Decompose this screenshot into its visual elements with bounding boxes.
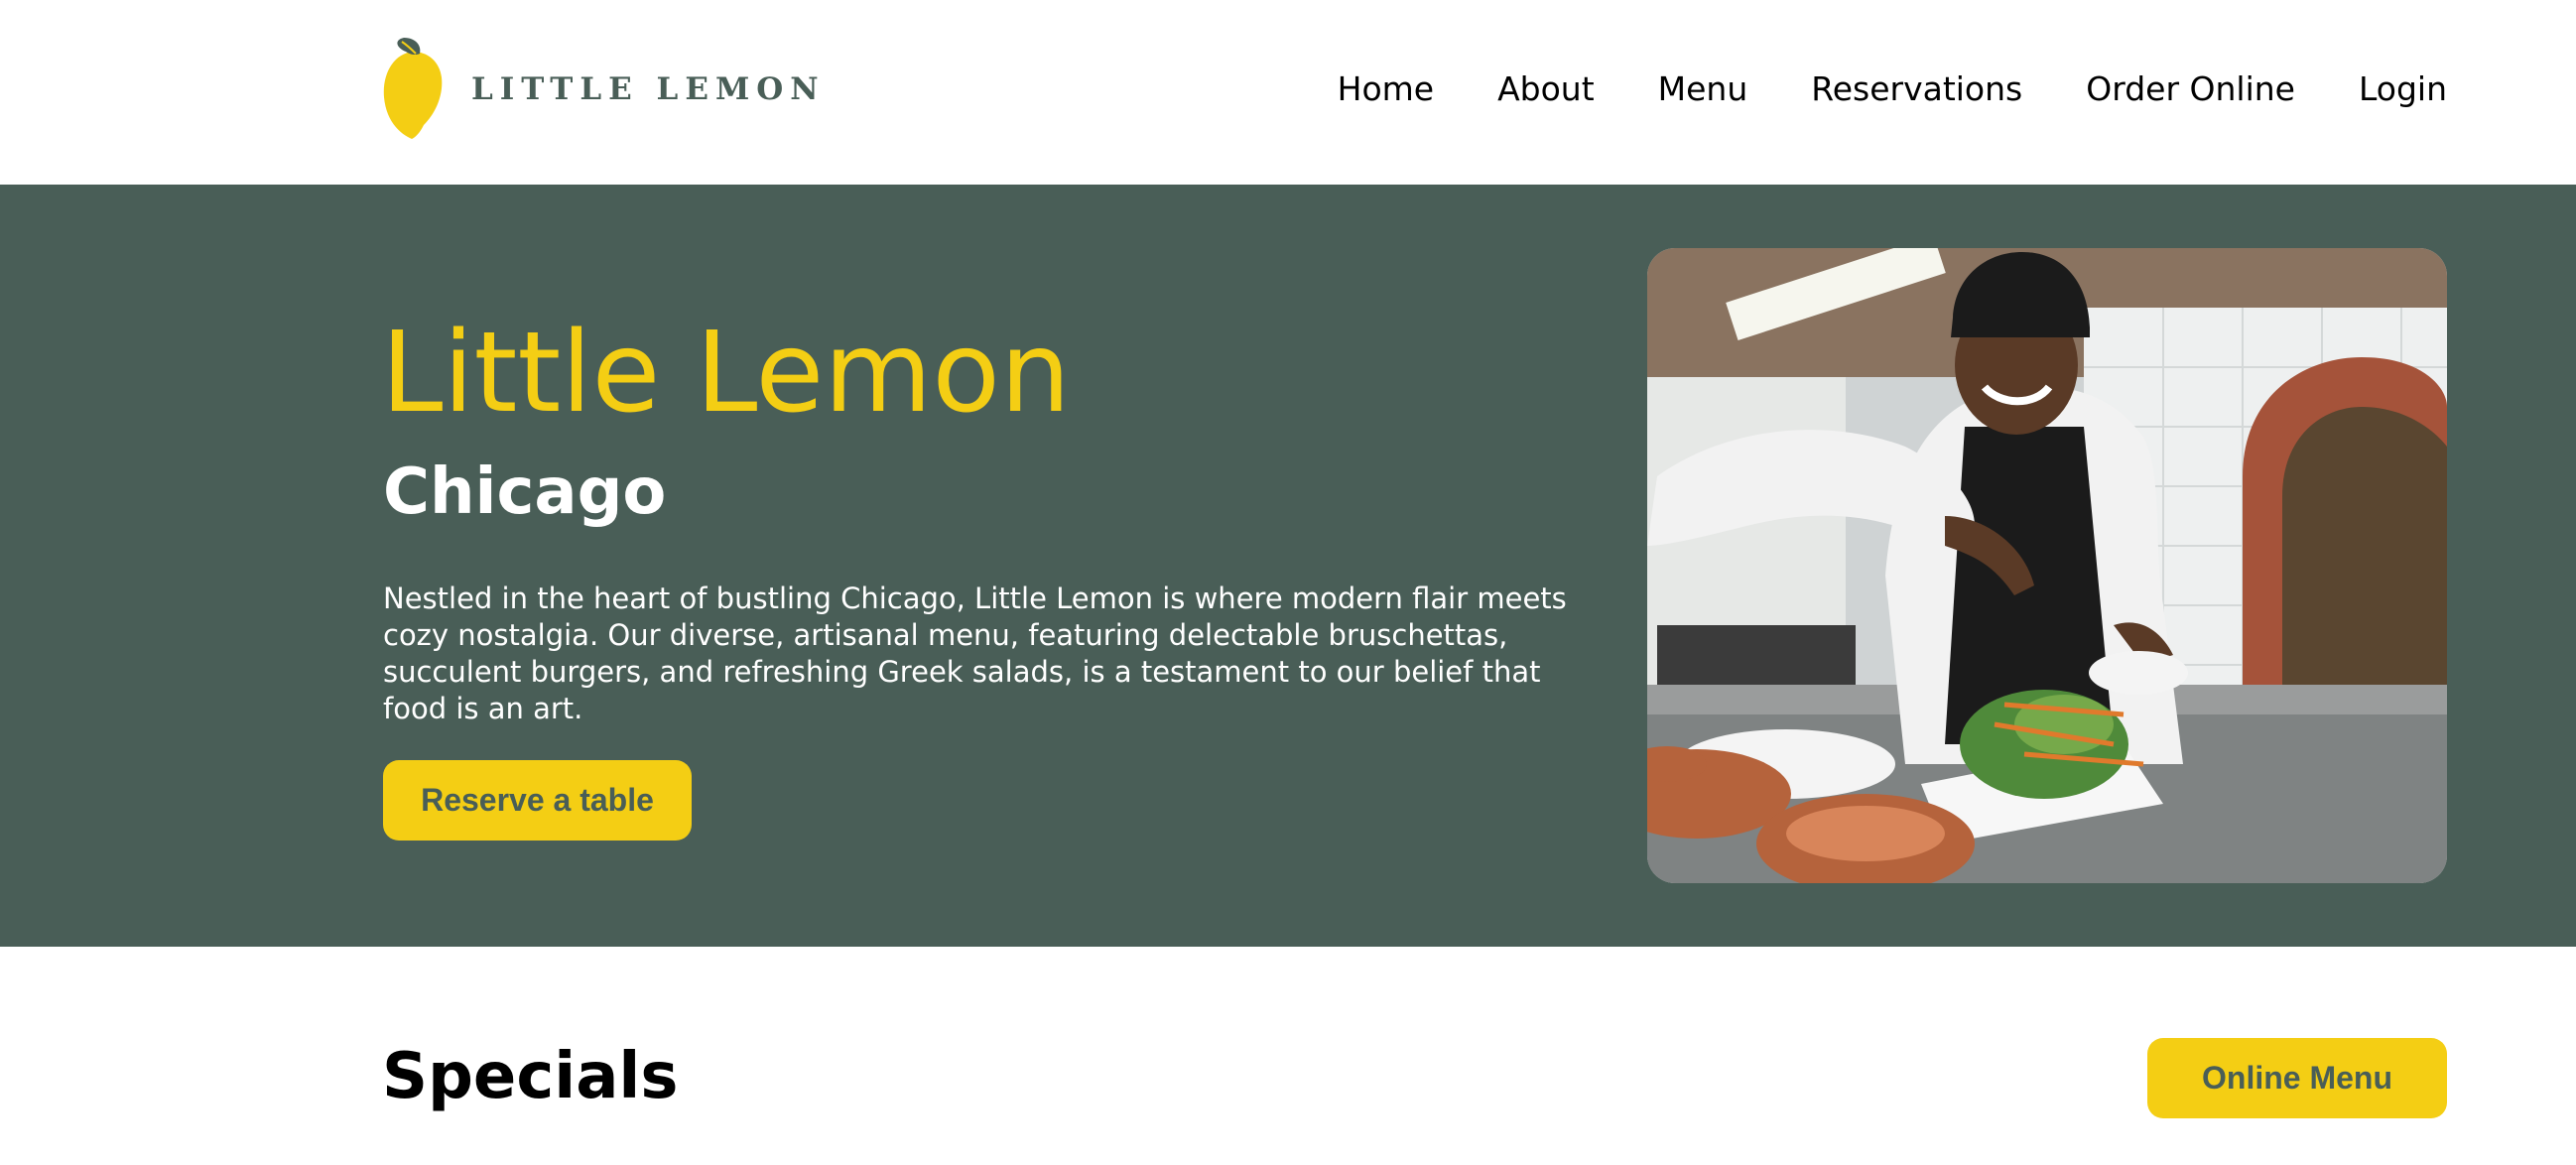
hero-section: Little Lemon Chicago Nestled in the hear… — [0, 185, 2576, 947]
nav-about[interactable]: About — [1497, 64, 1595, 115]
hero-title: Little Lemon — [381, 309, 1071, 438]
site-header: LITTLE LEMON Home About Menu Reservation… — [0, 0, 2576, 185]
hero-description: Nestled in the heart of bustling Chicago… — [383, 582, 1567, 725]
nav-home[interactable]: Home — [1338, 64, 1434, 115]
specials-title: Specials — [382, 1040, 679, 1113]
chef-plating-salad-photo — [1647, 248, 2447, 883]
lemon-logo-icon — [383, 38, 443, 139]
nav-login[interactable]: Login — [2359, 64, 2447, 115]
main-nav: Home About Menu Reservations Order Onlin… — [1274, 64, 2447, 115]
reserve-table-button[interactable]: Reserve a table — [383, 760, 692, 841]
hero-subtitle: Chicago — [383, 455, 667, 529]
online-menu-button[interactable]: Online Menu — [2147, 1038, 2447, 1118]
nav-reservations[interactable]: Reservations — [1811, 64, 2022, 115]
nav-menu[interactable]: Menu — [1658, 64, 1748, 115]
logo-text: LITTLE LEMON — [471, 71, 826, 107]
nav-order-online[interactable]: Order Online — [2086, 64, 2295, 115]
logo[interactable]: LITTLE LEMON — [382, 38, 826, 141]
hero-photo — [1647, 248, 2447, 883]
